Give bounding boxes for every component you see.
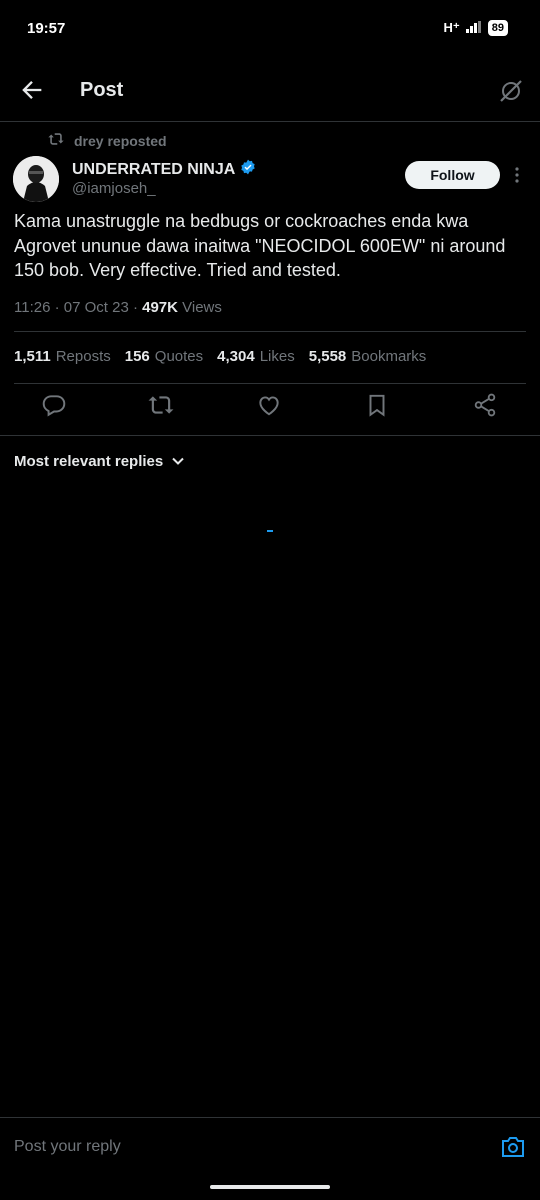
- author-handle[interactable]: @iamjoseh_: [72, 180, 156, 197]
- battery-indicator: 89: [487, 20, 508, 36]
- share-icon[interactable]: [472, 392, 498, 418]
- reply-icon[interactable]: [41, 392, 67, 418]
- stat-label: Bookmarks: [351, 348, 427, 365]
- stat-label: Likes: [259, 348, 295, 365]
- stat-count: 4,304: [217, 348, 255, 365]
- home-indicator[interactable]: [210, 1185, 330, 1189]
- views-count: 497K: [142, 299, 178, 316]
- avatar[interactable]: [13, 156, 59, 202]
- stat-count: 156: [124, 348, 150, 365]
- bookmark-icon[interactable]: [364, 392, 390, 418]
- post-timestamp[interactable]: 11:26 · 07 Oct 23 ·: [14, 299, 142, 316]
- post-text: Kama unastruggle na bedbugs or cockroach…: [14, 211, 506, 280]
- repost-indicator[interactable]: drey reposted: [48, 132, 167, 149]
- grok-icon[interactable]: [498, 78, 524, 104]
- post-stats: 1,511 Reposts 156 Quotes 4,304 Likes 5,558 B…: [14, 348, 426, 365]
- signal-icon: [465, 20, 482, 36]
- more-options-icon[interactable]: [510, 165, 524, 185]
- stats-divider: [14, 383, 526, 384]
- replies-sort-label: Most relevant replies: [14, 453, 164, 470]
- back-arrow-icon[interactable]: [18, 76, 46, 104]
- meta-divider: [14, 331, 526, 332]
- network-indicator: H⁺: [443, 20, 460, 35]
- stat-count: 5,558: [308, 348, 347, 365]
- stat-label: Reposts: [55, 348, 111, 365]
- action-bar: [0, 392, 540, 424]
- composer-divider: [0, 1117, 540, 1118]
- post-meta: 11:26 · 07 Oct 23 · 497K Views: [14, 299, 222, 316]
- retweet-icon[interactable]: [148, 392, 174, 418]
- stat-count: 1,511: [14, 348, 51, 365]
- repost-label: drey reposted: [74, 132, 167, 149]
- like-heart-icon[interactable]: [256, 392, 282, 418]
- camera-icon[interactable]: [500, 1135, 526, 1159]
- page-title: Post: [80, 79, 124, 101]
- loading-indicator: [267, 530, 273, 532]
- author-name[interactable]: UNDERRATED NINJA: [72, 161, 235, 179]
- status-indicators: H⁺ 89: [443, 20, 508, 36]
- header-divider: [0, 121, 540, 122]
- views-label: Views: [177, 299, 222, 316]
- author-name-row[interactable]: UNDERRATED NINJA: [72, 159, 256, 180]
- replies-sort-dropdown[interactable]: Most relevant replies: [14, 453, 185, 470]
- verified-badge-icon: [240, 159, 256, 180]
- stat-bookmarks[interactable]: 5,558 Bookmarks: [309, 348, 427, 365]
- actions-divider: [0, 435, 540, 436]
- reply-input[interactable]: Post your reply: [14, 1138, 121, 1156]
- follow-button[interactable]: Follow: [405, 161, 500, 189]
- repost-icon: [48, 132, 64, 149]
- stat-label: Quotes: [154, 348, 204, 365]
- stat-quotes[interactable]: 156 Quotes: [125, 348, 203, 365]
- status-time: 19:57: [27, 20, 66, 37]
- chevron-down-icon: [171, 453, 185, 470]
- stat-reposts[interactable]: 1,511 Reposts: [14, 348, 111, 365]
- stat-likes[interactable]: 4,304 Likes: [217, 348, 295, 365]
